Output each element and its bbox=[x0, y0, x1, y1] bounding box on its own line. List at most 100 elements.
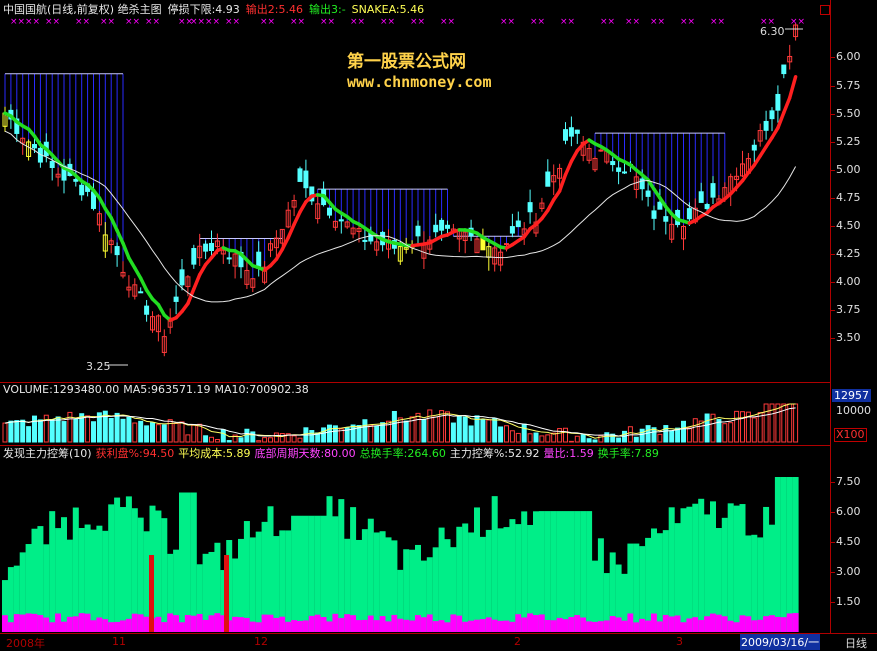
period-label[interactable]: 日线 bbox=[845, 635, 867, 651]
marker-symbol: ×× bbox=[320, 17, 335, 27]
indicator-tick-mark bbox=[830, 602, 835, 603]
volume-bar bbox=[92, 422, 96, 442]
volume-bar bbox=[245, 429, 249, 442]
profit-bar bbox=[350, 615, 356, 632]
volume-bar bbox=[605, 433, 609, 442]
profit-bar bbox=[427, 614, 433, 632]
marker-symbol: ×× bbox=[75, 17, 90, 27]
price-tick-label: 6.00 bbox=[836, 51, 861, 63]
candle-body bbox=[711, 184, 715, 197]
profit-bar bbox=[191, 616, 197, 632]
profit-bar bbox=[757, 620, 763, 632]
profit-bar bbox=[262, 615, 268, 632]
volume-bar bbox=[505, 426, 509, 442]
profit-bar bbox=[498, 621, 504, 632]
profit-bar bbox=[344, 614, 350, 632]
volume-bar bbox=[33, 416, 37, 442]
profit-bar bbox=[592, 622, 598, 632]
profit-bar bbox=[781, 617, 787, 632]
profit-bar bbox=[492, 620, 498, 632]
indicator-tick-mark bbox=[830, 572, 835, 573]
volume-chart[interactable] bbox=[0, 382, 830, 445]
volume-bar bbox=[510, 431, 514, 442]
price-tick-label: 4.00 bbox=[836, 276, 861, 288]
control-bar bbox=[126, 496, 132, 632]
profit-bar bbox=[627, 613, 633, 632]
control-bar bbox=[403, 549, 409, 632]
snake-line bbox=[571, 151, 577, 162]
control-bar bbox=[474, 507, 480, 632]
volume-bar bbox=[210, 437, 214, 442]
marker-symbol: ×× bbox=[440, 17, 455, 27]
price-tick-mark bbox=[830, 226, 835, 227]
profit-bar bbox=[563, 619, 569, 632]
profit-bar bbox=[244, 618, 250, 632]
marker-symbol: ×× bbox=[500, 17, 515, 27]
volume-bar bbox=[682, 421, 686, 442]
profit-bar bbox=[734, 622, 740, 632]
profit-bar bbox=[745, 616, 751, 632]
date-axis: 2008年 11 12 2 3 2009/03/16/一 日线 bbox=[0, 633, 877, 649]
control-bar bbox=[563, 511, 569, 632]
volume-bar bbox=[292, 436, 296, 442]
profit-bar bbox=[722, 616, 728, 632]
price-tick-label: 5.00 bbox=[836, 164, 861, 176]
candle-body bbox=[304, 171, 308, 188]
price-tick-label: 4.25 bbox=[836, 248, 861, 260]
candle-body bbox=[416, 226, 420, 236]
candle-body bbox=[180, 270, 184, 285]
control-bar bbox=[645, 538, 651, 632]
candle-body bbox=[33, 145, 37, 148]
profit-bar bbox=[173, 615, 179, 632]
profit-bar bbox=[421, 617, 427, 632]
profit-bar bbox=[769, 615, 775, 632]
volume-bar bbox=[516, 433, 520, 442]
volume-bar bbox=[215, 439, 219, 442]
snake-line bbox=[111, 218, 117, 231]
volume-bar bbox=[558, 429, 562, 442]
profit-bar bbox=[486, 617, 492, 632]
profit-bar bbox=[309, 616, 315, 632]
volume-bar bbox=[86, 416, 90, 442]
marker-symbol: ×× bbox=[205, 17, 220, 27]
signal-bar bbox=[224, 555, 229, 632]
volume-bar bbox=[15, 421, 19, 442]
snake-line bbox=[784, 98, 790, 113]
candle-body bbox=[564, 130, 568, 141]
profit-bar bbox=[468, 621, 474, 632]
control-bar bbox=[114, 498, 120, 632]
candle-body bbox=[446, 225, 450, 228]
profit-bar bbox=[321, 617, 327, 632]
profit-bar bbox=[20, 615, 26, 632]
volume-bar bbox=[328, 425, 332, 442]
date-month-11: 11 bbox=[112, 635, 126, 648]
volume-bar bbox=[687, 428, 691, 442]
volume-bar bbox=[145, 426, 149, 442]
snake-line bbox=[99, 198, 105, 209]
volume-bar bbox=[174, 424, 178, 442]
indicator-chart[interactable] bbox=[0, 445, 830, 633]
control-bar bbox=[734, 506, 740, 632]
volume-bar bbox=[794, 404, 798, 442]
profit-bar bbox=[273, 618, 279, 632]
indicator-tick-mark bbox=[830, 482, 835, 483]
volume-bar bbox=[27, 427, 31, 442]
profit-bar bbox=[327, 621, 333, 632]
volume-bar bbox=[239, 438, 243, 442]
volume-bar bbox=[274, 433, 278, 442]
marker-symbol: ×× bbox=[290, 17, 305, 27]
date-month-2: 2 bbox=[514, 635, 521, 648]
marker-symbol: ×× bbox=[790, 17, 805, 27]
volume-bar bbox=[192, 425, 196, 442]
candle-body bbox=[115, 247, 119, 255]
profit-bar bbox=[557, 618, 563, 632]
control-bar bbox=[686, 507, 692, 632]
snake-line bbox=[158, 305, 164, 315]
price-tick-mark bbox=[830, 170, 835, 171]
profit-bar bbox=[79, 613, 85, 632]
price-chart[interactable]: ××××××××××××××××××××××××××××××××××××××××… bbox=[0, 0, 830, 382]
control-bar bbox=[775, 477, 781, 632]
marker-symbol: ×× bbox=[380, 17, 395, 27]
candle-body bbox=[204, 244, 208, 251]
control-bar bbox=[409, 550, 415, 632]
